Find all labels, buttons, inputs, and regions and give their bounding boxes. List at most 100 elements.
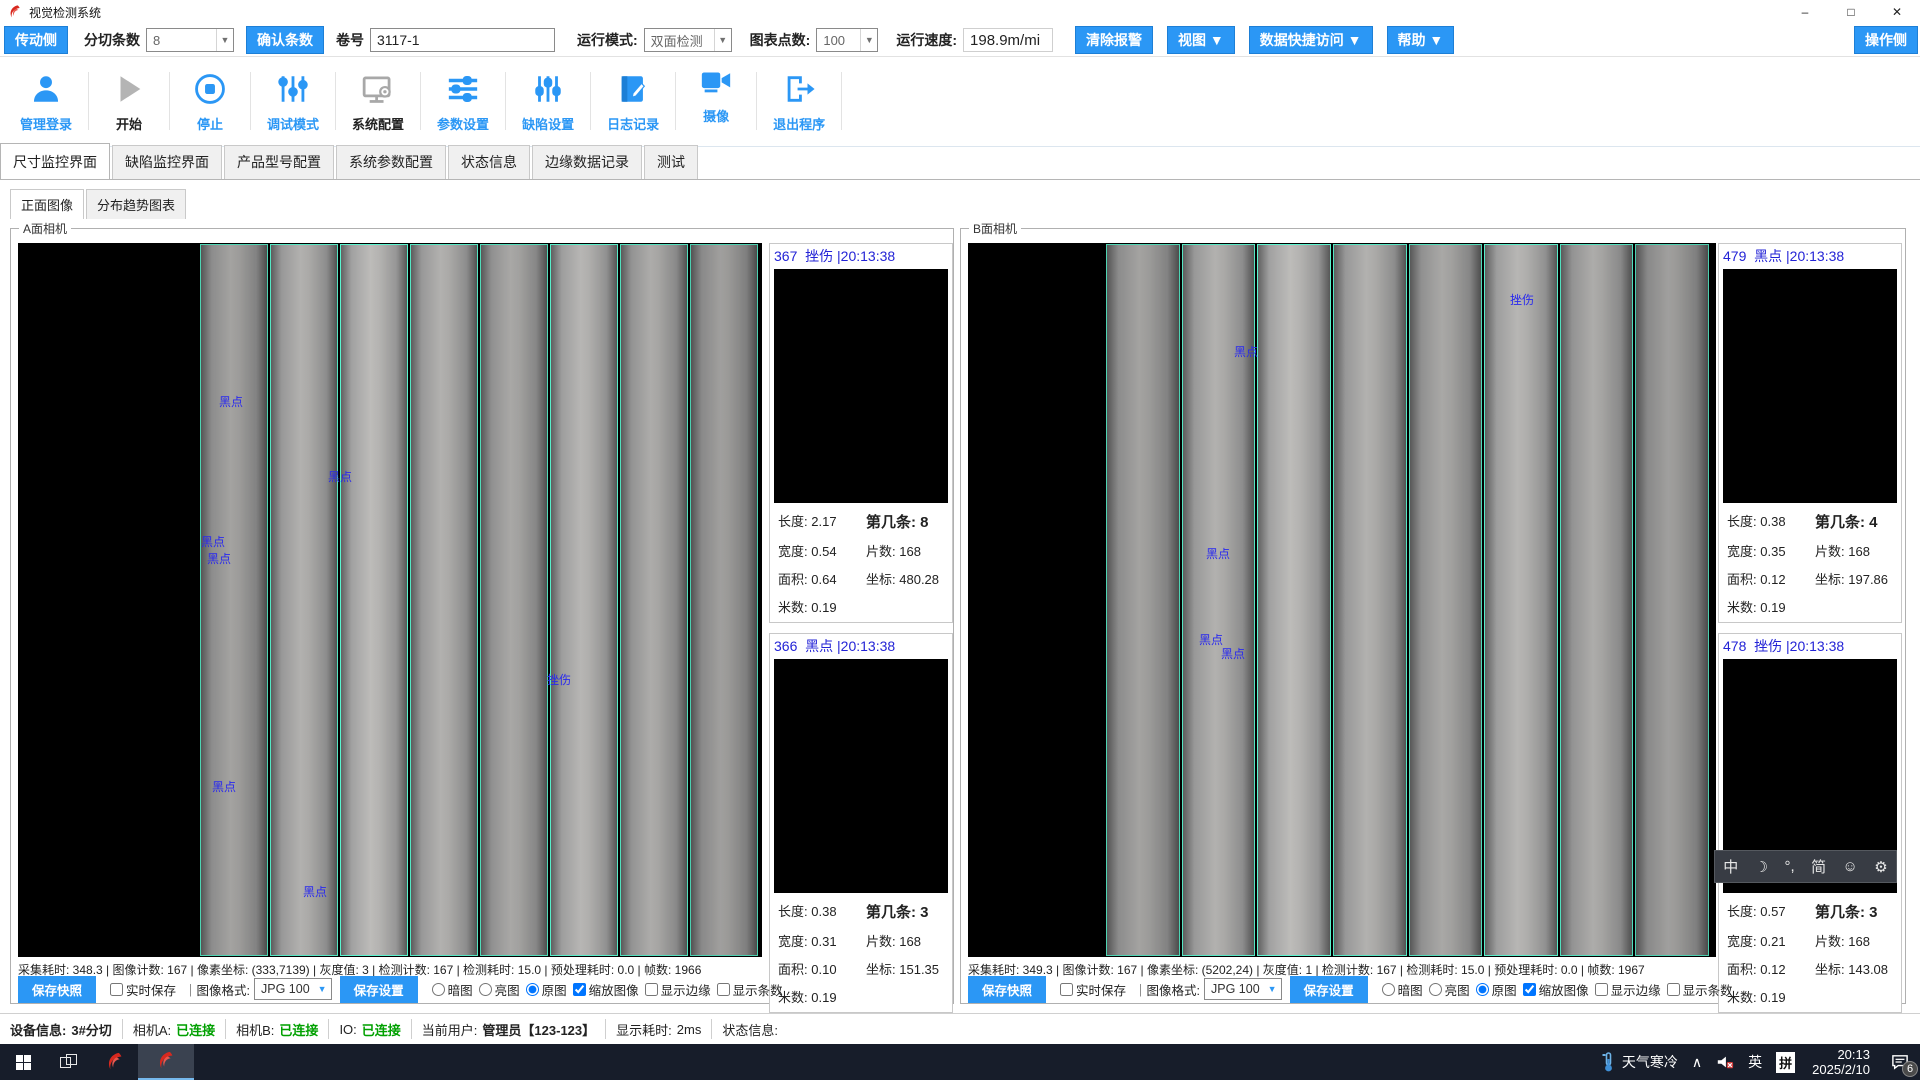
defect-card[interactable]: 366 黑点 |20:13:38 长度: 0.38 第几条: 3 宽度: 0.3… (769, 633, 953, 1013)
action-start[interactable]: 开始 (89, 58, 169, 133)
dark-image-radio[interactable] (432, 983, 445, 996)
camera-b-controls: 保存快照 实时保存 ｜图像格式: JPG 100▼ 保存设置 暗图 亮图 原图 … (968, 977, 1733, 1001)
tab-defect-monitor[interactable]: 缺陷监控界面 (112, 145, 222, 179)
save-settings-button[interactable]: 保存设置 (1290, 976, 1368, 1003)
original-image-radio[interactable] (1476, 983, 1489, 996)
tab-front-image[interactable]: 正面图像 (10, 189, 84, 219)
tab-test[interactable]: 测试 (644, 145, 698, 179)
device-info: 设备信息:3#分切 (0, 1019, 123, 1039)
weather-widget[interactable]: 天气寒冷 (1594, 1051, 1685, 1073)
ime-settings-icon[interactable]: ⚙ (1874, 858, 1887, 876)
ime-halfwidth-icon[interactable]: ☽ (1755, 858, 1768, 876)
ime-lang-mode[interactable]: 中 (1723, 856, 1738, 877)
start-button[interactable] (0, 1044, 46, 1080)
image-defect-label: 黑点 (201, 533, 225, 550)
strip-outline (1106, 244, 1180, 956)
show-edge-checkbox[interactable] (645, 983, 658, 996)
strip-outline (270, 244, 338, 956)
run-mode-select[interactable]: 双面检测 ▼ (644, 28, 732, 52)
camera-b-connection: 相机B:已连接 (226, 1019, 329, 1039)
show-edge-checkbox[interactable] (1595, 983, 1608, 996)
ime-toolbar[interactable]: 中 ☽ °, 简 ☺ ⚙ (1714, 850, 1897, 883)
drive-side-button[interactable]: 传动侧 (4, 26, 68, 54)
image-defect-label: 黑点 (1234, 343, 1258, 360)
ime-punctuation-icon[interactable]: °, (1785, 858, 1795, 875)
running-app-button[interactable] (138, 1044, 194, 1080)
image-format-select[interactable]: JPG 100▼ (254, 978, 332, 1000)
action-capture[interactable]: 摄像 (676, 50, 756, 125)
zoom-image-checkbox[interactable] (573, 983, 586, 996)
save-settings-button[interactable]: 保存设置 (340, 976, 418, 1003)
strip-outline (1560, 244, 1634, 956)
action-debug-mode[interactable]: 调试模式 (251, 58, 335, 133)
strip-outline (1333, 244, 1407, 956)
camera-b-title: B面相机 (969, 220, 1021, 237)
operator-side-button[interactable]: 操作侧 (1854, 26, 1918, 54)
camera-icon (699, 60, 733, 102)
action-admin-login[interactable]: 管理登录 (4, 58, 88, 133)
clock[interactable]: 20:13 2025/2/10 (1802, 1047, 1880, 1077)
help-menu-button[interactable]: 帮助 ▼ (1387, 26, 1455, 54)
defect-card[interactable]: 478 挫伤 |20:13:38 长度: 0.57 第几条: 3 宽度: 0.2… (1718, 633, 1902, 1013)
realtime-save-checkbox[interactable] (1060, 983, 1073, 996)
action-log-record[interactable]: 日志记录 (591, 58, 675, 133)
action-system-config[interactable]: 系统配置 (336, 58, 420, 133)
chart-points-select[interactable]: 100 ▼ (816, 28, 878, 52)
slice-count-select[interactable]: 8 ▼ (146, 28, 234, 52)
view-menu-button[interactable]: 视图 ▼ (1167, 26, 1235, 54)
language-indicator[interactable]: 英 (1741, 1052, 1769, 1072)
defect-card[interactable]: 479 黑点 |20:13:38 长度: 0.38 第几条: 4 宽度: 0.3… (1718, 243, 1902, 623)
image-format-select[interactable]: JPG 100▼ (1204, 978, 1282, 1000)
tray-expand-button[interactable]: ∧ (1685, 1054, 1709, 1071)
dark-image-radio[interactable] (1382, 983, 1395, 996)
action-exit-program[interactable]: 退出程序 (757, 58, 841, 133)
tab-status-info[interactable]: 状态信息 (448, 145, 530, 179)
defect-card[interactable]: 367 挫伤 |20:13:38 长度: 2.17 第几条: 8 宽度: 0.5… (769, 243, 953, 623)
image-defect-label: 挫伤 (1510, 291, 1534, 308)
status-message: 状态信息: (712, 1019, 788, 1039)
top-toolbar: 传动侧 分切条数 8 ▼ 确认条数 卷号 3117-1 运行模式: 双面检测 ▼… (0, 24, 1920, 57)
strip-outline (1484, 244, 1558, 956)
action-toolbar: 管理登录 开始 停止 调试模式 系统配置 (0, 58, 1920, 147)
realtime-save-checkbox[interactable] (110, 983, 123, 996)
action-defect-settings[interactable]: 缺陷设置 (506, 58, 590, 133)
pinned-app-button[interactable] (92, 1044, 138, 1080)
maximize-button[interactable]: □ (1828, 0, 1874, 24)
data-quick-access-button[interactable]: 数据快捷访问 ▼ (1249, 26, 1373, 54)
tab-size-monitor[interactable]: 尺寸监控界面 (0, 143, 110, 179)
volume-muted-icon[interactable] (1709, 1054, 1741, 1070)
task-view-button[interactable] (46, 1044, 92, 1080)
chevron-down-icon: ▼ (714, 29, 731, 51)
original-image-radio[interactable] (526, 983, 539, 996)
tab-system-params[interactable]: 系统参数配置 (336, 145, 446, 179)
ime-simplified-icon[interactable]: 简 (1811, 856, 1826, 877)
defect-header: 479 黑点 |20:13:38 (1719, 244, 1901, 269)
show-strips-checkbox[interactable] (717, 983, 730, 996)
minimize-button[interactable]: – (1782, 0, 1828, 24)
clear-alarm-button[interactable]: 清除报警 (1075, 26, 1153, 54)
user-icon (29, 68, 63, 110)
roll-number-input[interactable]: 3117-1 (370, 28, 555, 52)
camera-b-image[interactable]: 挫伤黑点黑点黑点黑点 (968, 243, 1716, 957)
save-snapshot-button[interactable]: 保存快照 (18, 976, 96, 1003)
strip-outline (690, 244, 758, 956)
tab-edge-data[interactable]: 边缘数据记录 (532, 145, 642, 179)
action-param-settings[interactable]: 参数设置 (421, 58, 505, 133)
camera-b-panel: B面相机 挫伤黑点黑点黑点黑点 479 黑点 |20:13:38 长度: 0.3… (960, 228, 1906, 1004)
zoom-image-checkbox[interactable] (1523, 983, 1536, 996)
ime-emoji-icon[interactable]: ☺ (1843, 858, 1858, 875)
bright-image-radio[interactable] (1429, 983, 1442, 996)
confirm-count-button[interactable]: 确认条数 (246, 26, 324, 54)
notification-center-button[interactable]: 6 (1880, 1044, 1920, 1080)
save-snapshot-button[interactable]: 保存快照 (968, 976, 1046, 1003)
close-button[interactable]: ✕ (1874, 0, 1920, 24)
time: 20:13 (1812, 1047, 1870, 1062)
camera-a-image[interactable]: 黑点黑点黑点黑点挫伤黑点黑点 (18, 243, 762, 957)
tab-product-model[interactable]: 产品型号配置 (224, 145, 334, 179)
bright-image-radio[interactable] (479, 983, 492, 996)
show-strips-checkbox[interactable] (1667, 983, 1680, 996)
action-stop[interactable]: 停止 (170, 58, 250, 133)
strip-outline (550, 244, 618, 956)
ime-indicator[interactable]: 拼 (1769, 1052, 1802, 1073)
tab-trend-chart[interactable]: 分布趋势图表 (86, 189, 186, 219)
